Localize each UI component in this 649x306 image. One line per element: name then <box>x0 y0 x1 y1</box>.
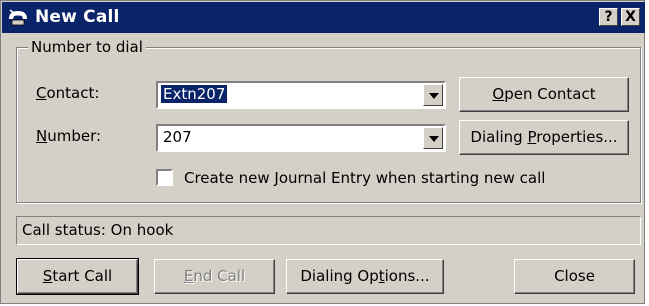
new-call-window: New Call ? X Number to dial Contact: Ext… <box>0 0 645 304</box>
dialing-properties-button[interactable]: Dialing Properties... <box>459 120 629 155</box>
chevron-down-icon[interactable] <box>423 84 443 106</box>
end-call-button: End Call <box>154 259 275 294</box>
journal-entry-checkbox[interactable] <box>156 169 173 186</box>
open-contact-button[interactable]: Open Contact <box>459 77 629 112</box>
journal-entry-label: Create new Journal Entry when starting n… <box>184 169 546 187</box>
phone-icon <box>9 9 27 26</box>
help-button[interactable]: ? <box>599 8 618 26</box>
number-label: Number: <box>36 127 102 145</box>
contact-label: Contact: <box>36 84 100 102</box>
close-button[interactable]: Close <box>514 259 635 294</box>
contact-value: Extn207 <box>161 85 228 103</box>
dialing-options-button[interactable]: Dialing Options... <box>286 259 444 294</box>
contact-combobox[interactable]: Extn207 <box>156 81 446 109</box>
call-status: Call status: On hook <box>22 221 174 239</box>
title-bar[interactable]: New Call ? X <box>2 2 645 33</box>
number-value: 207 <box>163 128 192 146</box>
start-call-button[interactable]: Start Call <box>16 258 139 295</box>
window-title: New Call <box>35 7 120 27</box>
number-combobox[interactable]: 207 <box>156 124 446 152</box>
group-legend: Number to dial <box>28 38 146 56</box>
close-window-button[interactable]: X <box>621 8 640 26</box>
chevron-down-icon[interactable] <box>423 127 443 149</box>
